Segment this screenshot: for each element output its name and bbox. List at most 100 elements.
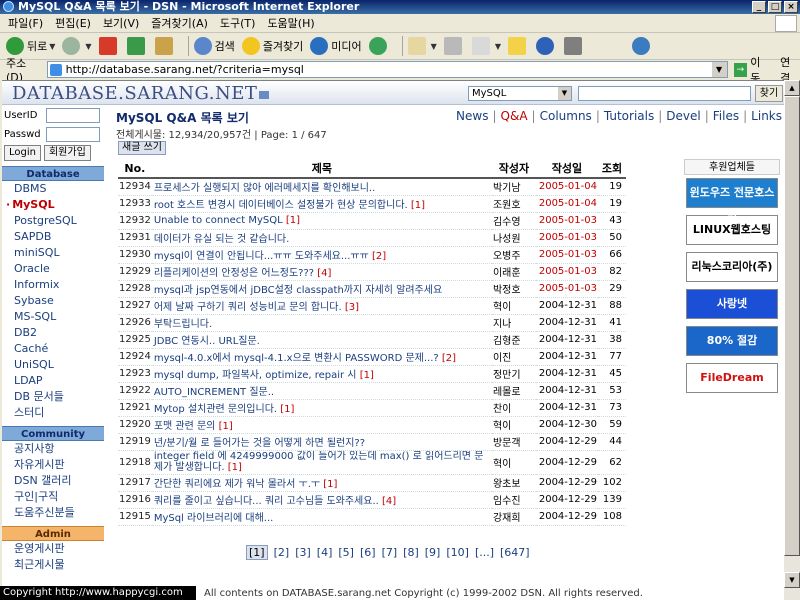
history-button[interactable] (368, 37, 390, 55)
userid-field[interactable] (46, 108, 100, 123)
scrollbar-thumb[interactable] (784, 96, 800, 556)
nav-link[interactable]: Columns (540, 109, 592, 123)
post-author[interactable]: 왕초보 (491, 474, 536, 492)
post-subject-link[interactable]: mysql dump, 파일복사, optimize, repair 시 [1] (151, 365, 492, 383)
sidebar-item[interactable]: DB2 (2, 325, 104, 341)
sponsor-banner[interactable]: 윈도우즈 전문호스팅 (686, 178, 778, 227)
page-link[interactable]: [647] (500, 546, 530, 559)
page-link[interactable]: [2] (274, 546, 290, 559)
post-subject-link[interactable]: Mytop 설치관련 문의입니다. [1] (151, 399, 492, 417)
minimize-icon[interactable]: _ (752, 1, 766, 13)
sidebar-item[interactable]: Oracle (2, 261, 104, 277)
post-author[interactable]: 혁이 (491, 450, 536, 475)
media-button[interactable]: 미디어 (310, 37, 362, 55)
post-author[interactable]: 혁이 (491, 297, 536, 315)
post-subject-link[interactable]: mysql-4.0.x에서 mysql-4.1.x으로 변환시 PASSWORD… (151, 348, 492, 366)
sidebar-item[interactable]: LDAP (2, 373, 104, 389)
post-subject-link[interactable]: JDBC 연동시.. URL질문. (151, 331, 492, 349)
join-button[interactable]: 회원가입 (43, 145, 91, 161)
post-author[interactable]: 조원호 (491, 195, 536, 213)
sponsor-banner[interactable]: LINUX웹호스팅 (686, 215, 778, 245)
page-link[interactable]: [10] (446, 546, 469, 559)
search-category-select[interactable]: MySQL ▼ (468, 86, 572, 101)
sidebar-item[interactable]: DB 문서들 (2, 389, 104, 405)
sidebar-item[interactable]: Caché (2, 341, 104, 357)
menu-tools[interactable]: 도구(T) (220, 15, 256, 31)
login-button[interactable]: Login (4, 145, 41, 161)
menu-edit[interactable]: 편집(E) (55, 15, 91, 31)
nav-link[interactable]: Q&A (501, 109, 528, 123)
post-author[interactable]: 혁이 (491, 416, 536, 434)
post-subject-link[interactable]: Unable to connect MySQL [1] (151, 212, 492, 230)
post-subject-link[interactable]: integer field 에 4249999000 값이 들어가 있는데 ma… (151, 450, 492, 475)
site-logo[interactable]: DATABASE.SARANG.NET (12, 83, 270, 104)
post-author[interactable]: 찬이 (491, 399, 536, 417)
sidebar-item[interactable]: SAPDB (2, 229, 104, 245)
site-search-button[interactable]: 찾기 (755, 85, 783, 102)
messenger-button[interactable] (535, 37, 557, 55)
post-author[interactable]: 지나 (491, 314, 536, 332)
scroll-down-icon[interactable]: ▼ (784, 572, 800, 588)
sidebar-item[interactable]: 구인|구직 (2, 489, 104, 505)
post-author[interactable]: 레몰로 (491, 382, 536, 400)
post-subject-link[interactable]: 년/분기/월 로 들어가는 것을 어떻게 하면 될런지?? (151, 433, 492, 451)
maximize-icon[interactable]: □ (768, 1, 782, 13)
sidebar-item[interactable]: 운영게시판 (2, 541, 104, 557)
page-link[interactable]: [6] (360, 546, 376, 559)
plugin-button[interactable] (631, 37, 653, 55)
post-subject-link[interactable]: MySql 라이브러리에 대해... (151, 508, 492, 526)
post-author[interactable]: 임수진 (491, 491, 536, 509)
page-link[interactable]: [5] (338, 546, 354, 559)
sidebar-item[interactable]: Informix (2, 277, 104, 293)
post-subject-link[interactable]: 데이터가 유실 되는 것 같습니다. (151, 229, 492, 247)
page-link[interactable]: [9] (425, 546, 441, 559)
nav-link[interactable]: Files (713, 109, 739, 123)
nav-link[interactable]: Tutorials (604, 109, 654, 123)
post-author[interactable]: 박정호 (491, 280, 536, 298)
nav-link[interactable]: Devel (666, 109, 700, 123)
post-subject-link[interactable]: 간단한 쿼리에요 제가 워낙 몰라서 ㅜ.ㅜ [1] (151, 474, 492, 492)
post-subject-link[interactable]: 쿼리를 줄이고 싶습니다... 쿼리 고수님들 도와주세요.. [4] (151, 491, 492, 509)
favorites-button[interactable]: 즐겨찾기 (241, 37, 303, 55)
sponsor-banner[interactable]: 사랑넷 (686, 289, 778, 319)
sponsor-banner[interactable]: 80% 절감 (686, 326, 778, 356)
post-subject-link[interactable]: 어제 날짜 구하기 쿼리 성능비교 문의 합니다. [3] (151, 297, 492, 315)
post-subject-link[interactable]: 포맷 관련 문의 [1] (151, 416, 492, 434)
print-button[interactable] (443, 37, 465, 55)
post-author[interactable]: 김수영 (491, 212, 536, 230)
forward-button[interactable]: ▼ (62, 37, 92, 55)
folder-button[interactable] (507, 37, 529, 55)
page-link[interactable]: [7] (382, 546, 398, 559)
menu-file[interactable]: 파일(F) (8, 15, 43, 31)
page-link[interactable]: [1] (246, 545, 268, 560)
sidebar-item[interactable]: DBMS (2, 181, 104, 197)
password-field[interactable] (46, 127, 100, 142)
post-subject-link[interactable]: mysql이 연결이 안됩니다...ㅠㅠ 도와주세요...ㅠㅠ [2] (151, 246, 492, 264)
home-button[interactable] (154, 37, 176, 55)
window-title-bar[interactable]: MySQL Q&A 목록 보기 - DSN - Microsoft Intern… (0, 0, 800, 14)
post-subject-link[interactable]: 리플리케이션의 안정성은 어느정도??? [4] (151, 263, 492, 281)
sidebar-item[interactable]: 최근게시물 (2, 557, 104, 573)
search-button[interactable]: 검색 (193, 37, 235, 55)
post-author[interactable]: 오병주 (491, 246, 536, 264)
sidebar-item[interactable]: UniSQL (2, 357, 104, 373)
page-link[interactable]: [...] (475, 546, 494, 559)
sidebar-item[interactable]: MS-SQL (2, 309, 104, 325)
post-author[interactable]: 방문객 (491, 433, 536, 451)
menu-favorites[interactable]: 즐겨찾기(A) (151, 15, 208, 31)
site-search-input[interactable] (578, 86, 751, 101)
sidebar-item[interactable]: 공지사항 (2, 441, 104, 457)
back-button[interactable]: 뒤로 ▼ (6, 37, 55, 55)
page-link[interactable]: [8] (403, 546, 419, 559)
refresh-button[interactable] (126, 37, 148, 55)
calculator-button[interactable] (563, 37, 585, 55)
post-author[interactable]: 나성원 (491, 229, 536, 247)
post-author[interactable]: 박기남 (491, 178, 536, 196)
post-author[interactable]: 김형준 (491, 331, 536, 349)
sponsor-banner[interactable]: FileDream (686, 363, 778, 393)
mail-button[interactable]: ▼ (407, 37, 437, 55)
page-link[interactable]: [4] (317, 546, 333, 559)
sponsor-banner[interactable]: 리눅스코리아(주) (686, 252, 778, 282)
post-subject-link[interactable]: 프로세스가 실행되지 않아 에러메세지를 확인해보니.. (151, 178, 492, 196)
sidebar-item[interactable]: 자유게시판 (2, 457, 104, 473)
